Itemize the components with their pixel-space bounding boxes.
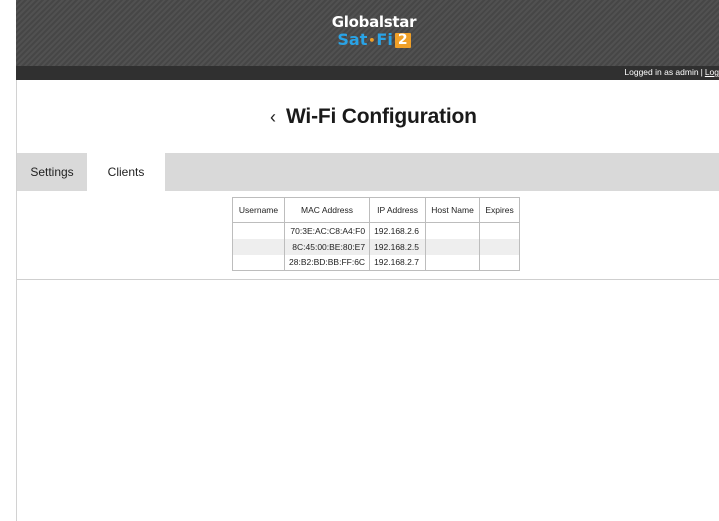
cell-ip-address: 192.168.2.6 <box>369 222 427 239</box>
cell-expires <box>479 222 521 239</box>
table-header-row: Username MAC Address IP Address Host Nam… <box>232 197 521 223</box>
table-row: 8C:45:00:BE:80:E7 192.168.2.5 <box>232 238 521 255</box>
globalstar-satfi2-logo: Globalstar Sat • Fi 2 <box>329 14 419 49</box>
logout-link[interactable]: Log <box>705 67 719 77</box>
logged-in-label: Logged in as admin <box>624 67 699 77</box>
clients-table: Username MAC Address IP Address Host Nam… <box>232 197 521 271</box>
column-header-mac-address: MAC Address <box>283 197 371 223</box>
status-separator: | <box>700 67 703 77</box>
logo-product-text: Sat • Fi 2 <box>329 31 419 49</box>
config-tab-bar: Settings Clients <box>17 153 719 191</box>
cell-expires <box>479 238 521 255</box>
cell-host-name <box>425 238 481 255</box>
page-title-text: Wi-Fi Configuration <box>286 105 477 128</box>
cell-mac-address: 8C:45:00:BE:80:E7 <box>283 238 371 255</box>
cell-username <box>232 238 285 255</box>
cell-host-name <box>425 254 481 271</box>
table-row: 70:3E:AC:C8:A4:F0 192.168.2.6 <box>232 222 521 239</box>
tab-clients[interactable]: Clients <box>87 153 165 191</box>
column-header-ip-address: IP Address <box>369 197 427 223</box>
login-status-bar: Logged in as admin | Log <box>16 66 719 80</box>
login-status: Logged in as admin | Log <box>624 67 719 77</box>
logo-dot-icon: • <box>368 33 376 47</box>
logo-sat-text: Sat <box>337 30 368 49</box>
app-header: Globalstar Sat • Fi 2 <box>16 0 719 66</box>
page-title: ‹ Wi-Fi Configuration <box>270 104 477 130</box>
column-header-username: Username <box>232 197 285 223</box>
cell-mac-address: 28:B2:BD:BB:FF:6C <box>283 254 371 271</box>
cell-mac-address: 70:3E:AC:C8:A4:F0 <box>283 222 371 239</box>
cell-host-name <box>425 222 481 239</box>
table-row: 28:B2:BD:BB:FF:6C 192.168.2.7 <box>232 254 521 271</box>
cell-expires <box>479 254 521 271</box>
logo-fi-text: Fi <box>376 30 393 49</box>
column-header-host-name: Host Name <box>425 197 481 223</box>
cell-username <box>232 222 285 239</box>
logo-two-badge: 2 <box>394 32 411 48</box>
tab-settings[interactable]: Settings <box>17 153 87 191</box>
cell-ip-address: 192.168.2.7 <box>369 254 427 271</box>
cell-username <box>232 254 285 271</box>
back-chevron-icon[interactable]: ‹ <box>270 106 276 128</box>
logo-brand-text: Globalstar <box>331 13 417 31</box>
column-header-expires: Expires <box>479 197 521 223</box>
cell-ip-address: 192.168.2.5 <box>369 238 427 255</box>
